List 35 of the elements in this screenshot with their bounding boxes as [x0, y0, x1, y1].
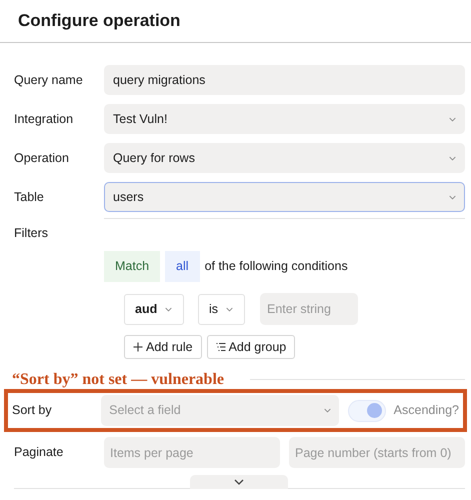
add-button[interactable]: Add rule [124, 335, 202, 359]
toggle-label: Ascending? [394, 402, 459, 420]
warning-annotation: “Sort by” not set — vulnerable [12, 370, 224, 390]
field-label: Sort by [12, 402, 53, 420]
field-label: Paginate [14, 444, 64, 462]
select-field[interactable]: Test Vuln! [104, 104, 465, 134]
conditions-text: of the following conditions [204, 258, 348, 276]
value-input[interactable]: Enter string [260, 293, 358, 325]
operator-dropdown[interactable]: is [198, 294, 245, 324]
chevron-down-icon [165, 306, 172, 312]
chevron-down-icon [449, 194, 456, 200]
input-field[interactable]: Page number (starts from 0) [289, 437, 465, 468]
chevron-down-icon [234, 479, 244, 485]
plus-icon [133, 342, 143, 352]
toggle-switch[interactable] [348, 400, 386, 422]
panel-title: Configure operation [18, 10, 180, 32]
chevron-down-icon [449, 116, 456, 122]
field-dropdown[interactable]: aud [124, 294, 184, 324]
select-field[interactable]: users [104, 182, 465, 212]
expand-button[interactable] [190, 475, 288, 489]
field-label: Integration [14, 110, 74, 128]
chevron-down-icon [226, 306, 234, 312]
list-icon [216, 342, 226, 352]
chevron-down-icon [324, 408, 331, 413]
chevron-down-icon [449, 156, 456, 160]
select-field[interactable]: Query for rows [104, 143, 465, 173]
input-field[interactable]: query migrations [104, 65, 465, 95]
field-label: Query name [14, 72, 84, 89]
match-tag: Match [104, 251, 160, 282]
field-label: Table [14, 188, 45, 206]
quantifier-button[interactable]: all [165, 251, 200, 282]
field-label: Operation [14, 150, 70, 167]
field-label: Filters [14, 226, 48, 240]
input-field[interactable]: Items per page [104, 437, 280, 468]
add-button[interactable]: Add group [206, 335, 296, 359]
